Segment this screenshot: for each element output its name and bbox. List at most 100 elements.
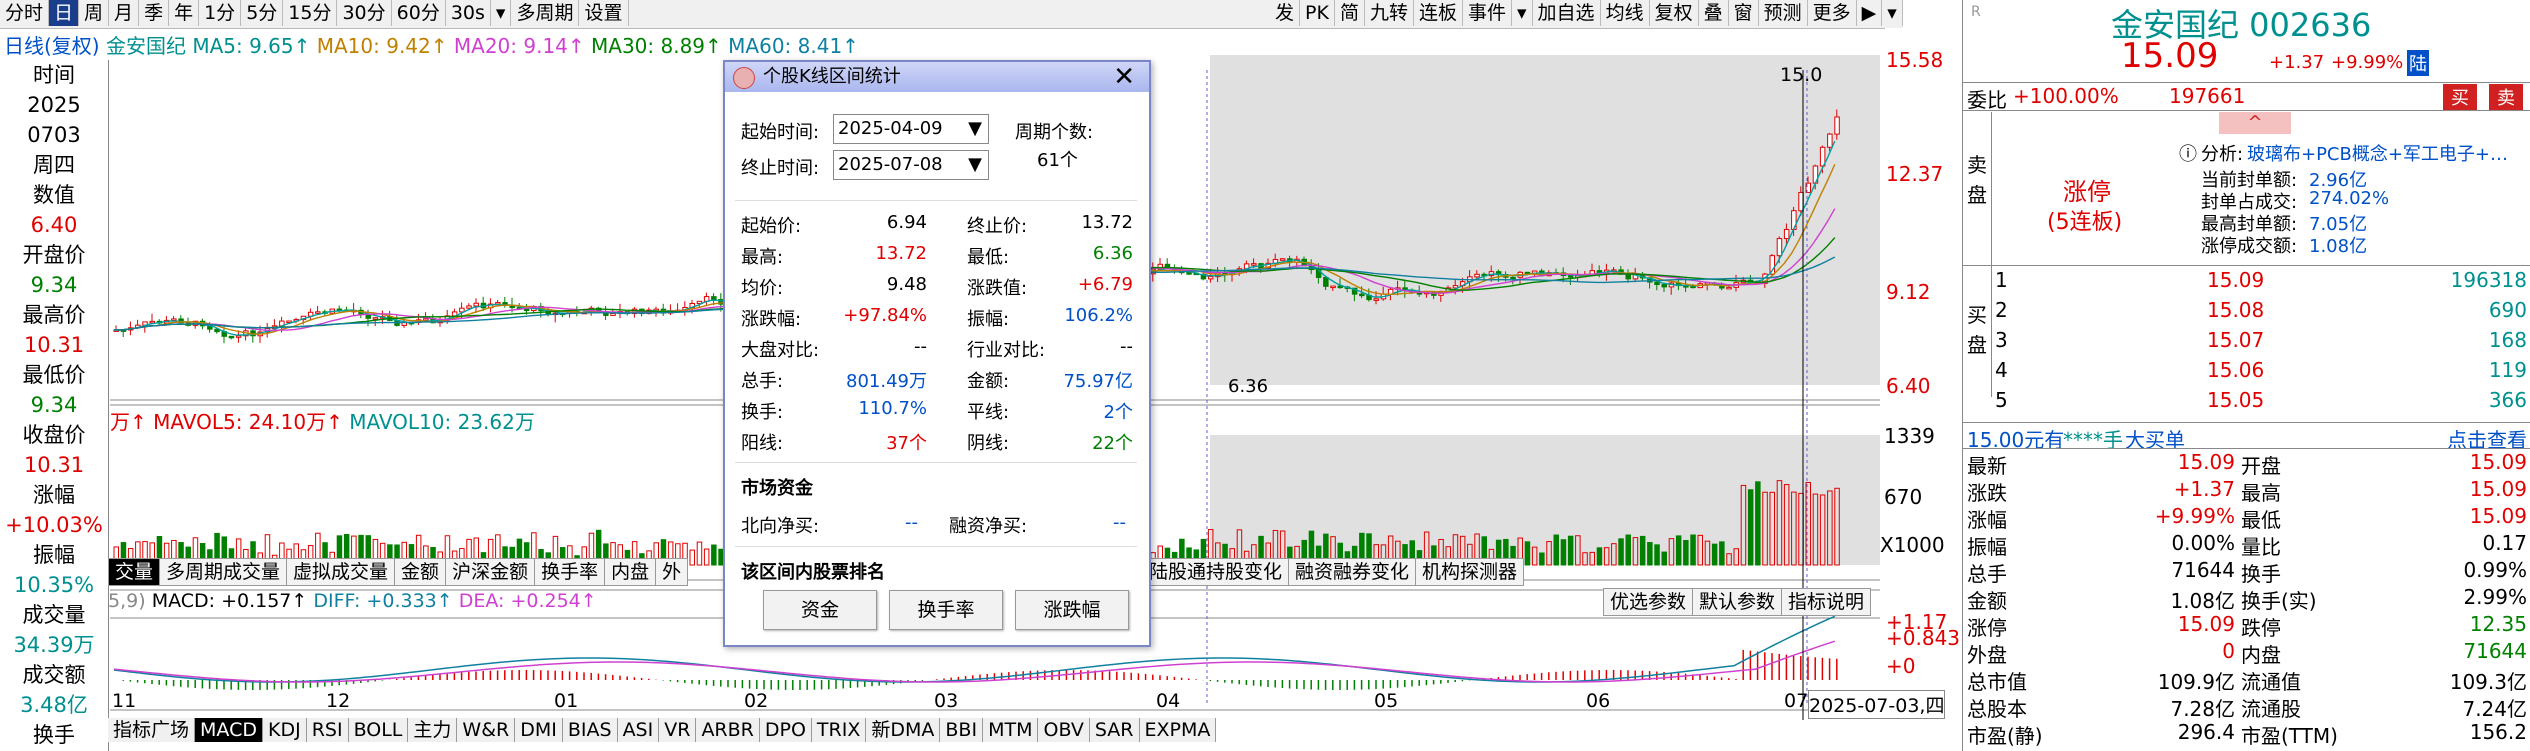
- macd-option-button[interactable]: 指标说明: [1781, 588, 1872, 616]
- period-tab[interactable]: 30s: [446, 0, 491, 26]
- bid-level: 2: [1995, 298, 2008, 322]
- indicator-tab[interactable]: DPO: [759, 718, 812, 742]
- indicator-tab[interactable]: W&R: [457, 718, 516, 742]
- tool-button[interactable]: ▾: [1882, 0, 1903, 26]
- indicator-tab[interactable]: SAR: [1089, 718, 1140, 742]
- vol-tab[interactable]: 多周期成交量: [159, 558, 288, 586]
- indicator-tab[interactable]: DMI: [515, 718, 563, 742]
- data-value: +10.03%: [5, 513, 103, 537]
- period-tab[interactable]: 1分: [199, 0, 242, 26]
- indicator-tab[interactable]: MACD: [195, 718, 263, 742]
- indicator-tab[interactable]: BIAS: [562, 718, 618, 742]
- divider: [735, 546, 1137, 547]
- stat-label: 阳线:: [741, 433, 784, 454]
- indicator-tab[interactable]: EXPMA: [1139, 718, 1217, 742]
- tool-button[interactable]: ▾: [1512, 0, 1533, 26]
- period-tab[interactable]: 5分: [241, 0, 284, 26]
- fund-rank-button[interactable]: 资金: [763, 590, 877, 630]
- period-tab[interactable]: 60分: [392, 0, 446, 26]
- change-rank-button[interactable]: 涨跌幅: [1015, 590, 1129, 630]
- indicator-tab[interactable]: KDJ: [262, 718, 307, 742]
- vol-tab[interactable]: 虚拟成交量: [286, 558, 396, 586]
- vol-tab[interactable]: 换手率: [534, 558, 606, 586]
- sell-button[interactable]: 卖: [2489, 84, 2523, 110]
- tool-button[interactable]: 九转: [1365, 0, 1414, 26]
- volume-bar: [1553, 534, 1559, 566]
- dialog-title: 个股K线区间统计: [763, 66, 901, 87]
- stat-label: 大盘对比:: [741, 340, 820, 361]
- volume-bar: [1618, 538, 1624, 566]
- buy-button[interactable]: 买: [2443, 84, 2477, 110]
- macd-option-button[interactable]: 默认参数: [1692, 588, 1783, 616]
- period-tab[interactable]: 多周期: [511, 0, 580, 26]
- vol-tab[interactable]: 外: [655, 558, 689, 586]
- indicator-tab[interactable]: RSI: [306, 718, 349, 742]
- volume-bar: [1719, 541, 1725, 566]
- vol-tab[interactable]: 内盘: [604, 558, 657, 586]
- vol-tab[interactable]: 沪深金额: [445, 558, 536, 586]
- period-tab[interactable]: 季: [139, 0, 170, 26]
- period-tab[interactable]: 月: [109, 0, 140, 26]
- stat-value: 6.36: [1092, 243, 1133, 264]
- period-tab[interactable]: ▾: [491, 0, 512, 26]
- indicator-tab[interactable]: 指标广场: [108, 718, 196, 742]
- macd-buttons: 优选参数 默认参数 指标说明: [1603, 588, 1872, 616]
- volume-bar: [1711, 543, 1718, 566]
- tool-button[interactable]: 事件: [1463, 0, 1512, 26]
- vol-tab[interactable]: 交量: [108, 558, 161, 586]
- indicator-tab[interactable]: ARBR: [696, 718, 760, 742]
- data-value: 9.34: [30, 273, 78, 297]
- quote-value: 15.09: [2177, 612, 2235, 636]
- indicator-tab[interactable]: BOLL: [348, 718, 409, 742]
- tool-button[interactable]: 预测: [1759, 0, 1808, 26]
- tool-button[interactable]: 均线: [1601, 0, 1650, 26]
- period-tab[interactable]: 周: [79, 0, 110, 26]
- tool-button[interactable]: 连板: [1414, 0, 1463, 26]
- tool-button[interactable]: 更多: [1808, 0, 1857, 26]
- indicator-tab[interactable]: OBV: [1038, 718, 1090, 742]
- stat-label: 平线:: [967, 402, 1010, 423]
- tool-button[interactable]: 加自选: [1533, 0, 1601, 26]
- indicator-tab[interactable]: VR: [659, 718, 697, 742]
- period-tab[interactable]: 30分: [337, 0, 392, 26]
- tool-button[interactable]: 发: [1270, 0, 1301, 26]
- indicator-tab[interactable]: TRIX: [811, 718, 867, 742]
- indicator-tab[interactable]: BBI: [940, 718, 984, 742]
- chevron-up-icon[interactable]: ^: [2219, 112, 2291, 134]
- indicator-tab[interactable]: MTM: [983, 718, 1039, 742]
- tool-button[interactable]: 复权: [1650, 0, 1699, 26]
- quote-label: 开盘: [2241, 454, 2281, 478]
- period-tab[interactable]: 设置: [579, 0, 629, 26]
- vol-tab[interactable]: 金额: [394, 558, 447, 586]
- tool-button[interactable]: PK: [1300, 0, 1335, 26]
- turnover-rank-button[interactable]: 换手率: [889, 590, 1003, 630]
- start-time-select[interactable]: 2025-04-09 ▼: [833, 114, 989, 144]
- tool-button[interactable]: 简: [1335, 0, 1365, 26]
- vol-tab[interactable]: 融资融券变化: [1288, 558, 1417, 586]
- tool-button[interactable]: ▶: [1857, 0, 1883, 26]
- candle-body: [1661, 284, 1667, 288]
- end-time-select[interactable]: 2025-07-08 ▼: [833, 150, 989, 180]
- tool-button[interactable]: 叠: [1699, 0, 1729, 26]
- macd-option-button[interactable]: 优选参数: [1603, 588, 1694, 616]
- vol-tab[interactable]: 陆股通持股变化: [1142, 558, 1290, 586]
- period-tab[interactable]: 日: [49, 0, 80, 26]
- indicator-tab[interactable]: 新DMA: [866, 718, 941, 742]
- close-icon[interactable]: ✕: [1113, 62, 1135, 92]
- indicator-tab[interactable]: 主力: [408, 718, 458, 742]
- dialog-titlebar[interactable]: 个股K线区间统计 ✕: [725, 62, 1149, 92]
- period-tab[interactable]: 年: [169, 0, 200, 26]
- quote-label: 量比: [2241, 535, 2281, 559]
- price-top-label: 15.0: [1780, 64, 1823, 86]
- mavol5-value: 万↑ MAVOL5: 24.10万↑: [110, 410, 343, 434]
- data-value: 6.40: [30, 213, 78, 237]
- vol-tab[interactable]: 机构探测器: [1415, 558, 1525, 586]
- period-tab[interactable]: 15分: [283, 0, 338, 26]
- info-icon[interactable]: ⓘ: [2179, 140, 2197, 166]
- macd-legend: 5,9) MACD: +0.157↑ DIFF: +0.333↑ DEA: +0…: [108, 590, 597, 612]
- indicator-tab[interactable]: ASI: [617, 718, 660, 742]
- analysis-value[interactable]: 玻璃布+PCB概念+军工电子+…: [2247, 140, 2508, 166]
- tool-button[interactable]: 窗: [1729, 0, 1759, 26]
- data-label: 收盘价: [22, 423, 86, 447]
- period-tab[interactable]: 分时: [0, 0, 50, 26]
